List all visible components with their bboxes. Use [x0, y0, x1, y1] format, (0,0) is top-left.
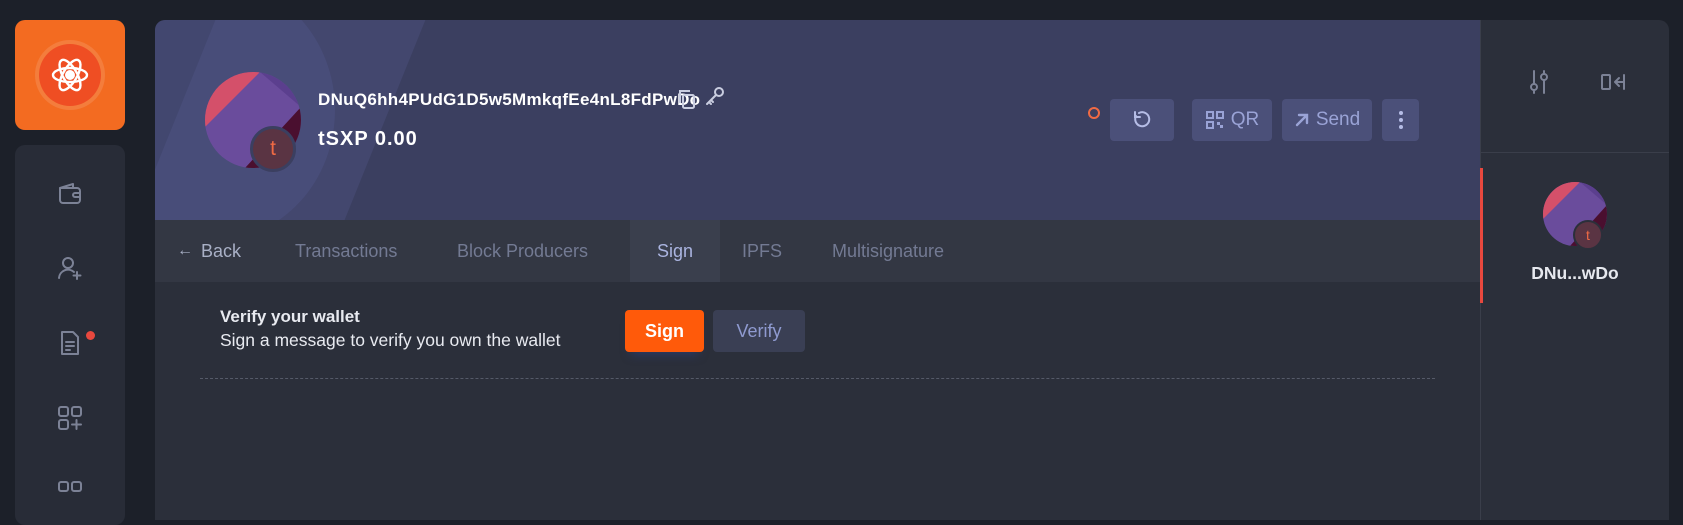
add-contact-icon [58, 257, 82, 280]
key-icon[interactable] [704, 85, 726, 112]
tab-sign[interactable]: Sign [630, 220, 720, 282]
wallet-tabs: ← Back Transactions Block Producers Sign… [155, 220, 1480, 282]
app-logo-tile[interactable] [15, 20, 125, 130]
qr-button-label: QR [1230, 109, 1260, 130]
left-navigation [15, 145, 125, 525]
sign-button[interactable]: Sign [625, 310, 704, 352]
wallet-icon [59, 183, 81, 204]
back-label: Back [201, 240, 242, 261]
section-divider [200, 378, 1435, 379]
nav-plugins[interactable] [15, 388, 125, 448]
wallet-header: t DNuQ6hh4PUdG1D5w5MmkqfEe4nL8FdPwDo tSX… [155, 20, 1480, 220]
verify-description: Sign a message to verify you own the wal… [220, 330, 561, 350]
arrow-left-icon: ← [177, 242, 193, 259]
nav-documents[interactable] [15, 313, 125, 373]
back-button[interactable]: ← Back [177, 220, 241, 282]
tab-transactions[interactable]: Transactions [295, 220, 397, 282]
send-button-label: Send [1315, 109, 1361, 130]
refresh-button[interactable] [1110, 99, 1174, 141]
refresh-icon [1134, 111, 1151, 128]
notification-dot [86, 331, 95, 340]
nav-apps[interactable] [15, 463, 125, 523]
more-options-button[interactable] [1382, 99, 1419, 141]
send-button[interactable]: Send [1282, 99, 1372, 141]
apps-grid-icon [58, 481, 82, 492]
wallet-list-address: DNu...wDo [1531, 263, 1619, 283]
filter-sliders-icon[interactable] [1527, 68, 1551, 101]
verify-title: Verify your wallet [220, 307, 360, 326]
wallet-main-panel: t DNuQ6hh4PUdG1D5w5MmkqfEe4nL8FdPwDo tSX… [155, 20, 1480, 520]
nav-contacts[interactable] [15, 238, 125, 298]
send-arrow-icon [1295, 113, 1309, 127]
nav-wallets[interactable] [15, 163, 125, 223]
wallet-sidebar-toolbar [1481, 20, 1669, 153]
plugins-add-icon [58, 406, 82, 430]
qr-code-icon [1205, 111, 1224, 129]
wallet-address: DNuQ6hh4PUdG1D5w5MmkqfEe4nL8FdPwDo [318, 90, 701, 109]
wallet-list-avatar-badge: t [1573, 220, 1603, 250]
verify-button[interactable]: Verify [713, 310, 805, 352]
document-icon [61, 331, 79, 355]
status-ring-icon [1088, 107, 1100, 119]
tab-multisignature[interactable]: Multisignature [832, 220, 944, 282]
wallet-balance: tSXP 0.00 [318, 128, 418, 150]
copy-icon[interactable] [677, 88, 697, 115]
collapse-sidebar-icon[interactable] [1599, 68, 1627, 101]
wallet-sidebar: t DNu...wDo [1480, 20, 1669, 520]
more-vertical-icon [1398, 111, 1403, 129]
tab-ipfs[interactable]: IPFS [742, 220, 782, 282]
wallet-avatar-badge: t [250, 126, 296, 172]
wallet-list-item[interactable]: t DNu...wDo [1480, 168, 1669, 303]
qr-button[interactable]: QR [1192, 99, 1272, 141]
ark-logo-icon [39, 44, 101, 106]
tab-block-producers[interactable]: Block Producers [457, 220, 588, 282]
